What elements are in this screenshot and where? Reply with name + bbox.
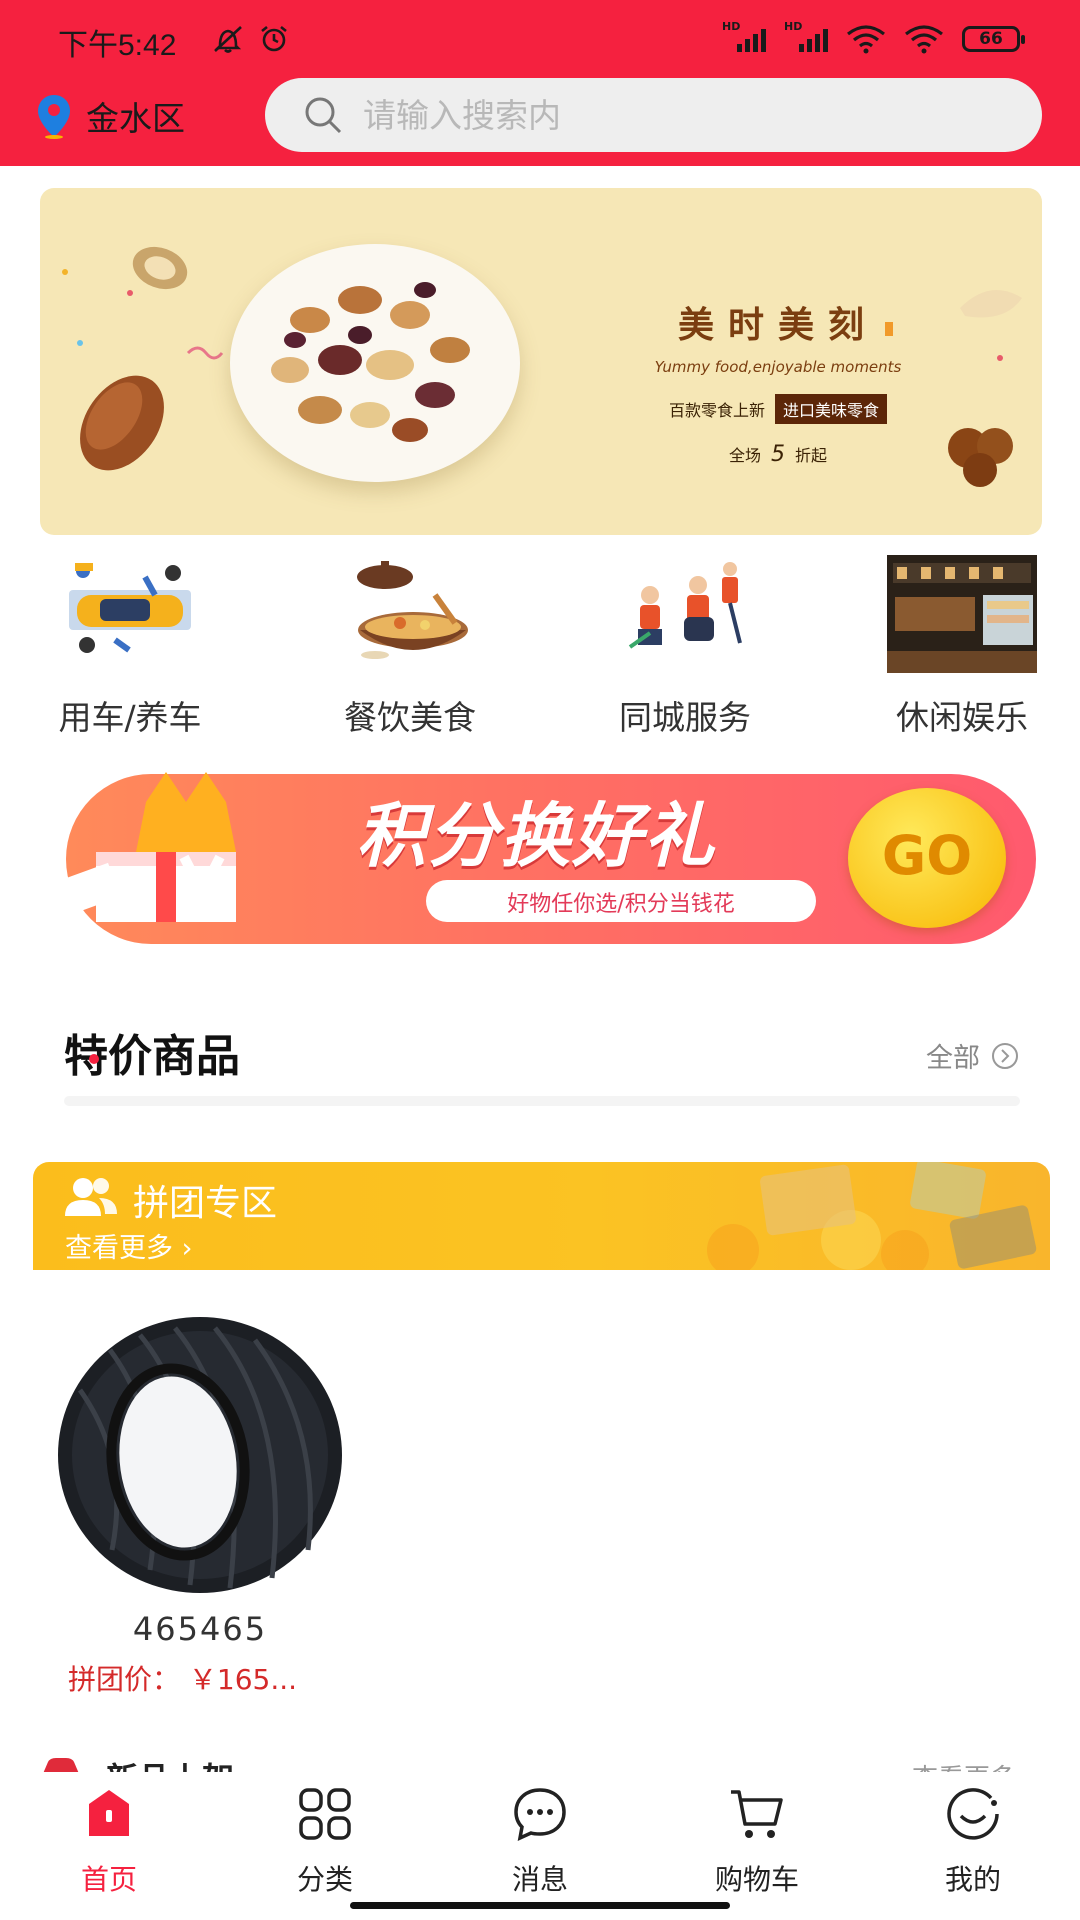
points-banner-subtitle: 好物任你选/积分当钱花 bbox=[507, 892, 735, 917]
category-food[interactable]: 餐饮美食 bbox=[310, 555, 510, 739]
car-icon bbox=[43, 1758, 79, 1772]
category-city-service[interactable]: 同城服务 bbox=[585, 555, 785, 739]
wifi-icon-2 bbox=[905, 25, 943, 54]
category-label: 休闲娱乐 bbox=[896, 698, 1028, 737]
wifi-icon bbox=[847, 25, 885, 54]
product-price: 拼团价： ￥165... bbox=[68, 1663, 298, 1696]
cart-icon bbox=[731, 1790, 783, 1838]
new-arrivals-more[interactable]: 查看更多 bbox=[912, 1758, 1016, 1772]
status-bar: 下午5:42 HD HD 66 bbox=[0, 0, 1080, 78]
product-tire-image bbox=[58, 1317, 342, 1593]
status-right-icons: HD HD 66 bbox=[722, 20, 1025, 54]
app-header: 下午5:42 HD HD 66 金水区 请输入搜索内 bbox=[0, 0, 1080, 166]
tab-messages[interactable]: 消息 bbox=[460, 1784, 620, 1898]
points-banner-subtitle-pill: 好物任你选/积分当钱花 bbox=[426, 880, 816, 922]
location-label: 金水区 bbox=[86, 99, 185, 138]
category-grid: 用车/养车 餐饮美食 同城服务 休闲娱乐 bbox=[0, 555, 1080, 745]
banner-line: 百款零食上新 进口美味零食 bbox=[588, 394, 968, 424]
city-service-icon bbox=[628, 562, 742, 649]
banner-nuts-image bbox=[271, 282, 470, 442]
tab-label: 分类 bbox=[296, 1863, 353, 1896]
search-icon bbox=[305, 97, 342, 134]
tab-label: 购物车 bbox=[714, 1863, 799, 1896]
location-selector[interactable]: 金水区 bbox=[36, 92, 185, 140]
tab-label: 消息 bbox=[511, 1863, 568, 1896]
home-indicator bbox=[350, 1902, 730, 1909]
tab-label: 我的 bbox=[944, 1863, 1001, 1896]
product-name: 465465 bbox=[132, 1610, 268, 1648]
specials-title: 特价商品 bbox=[64, 1020, 240, 1084]
group-buy-title: 拼团专区 bbox=[133, 1183, 278, 1224]
specials-header: 特价商品 全部 bbox=[64, 1020, 1020, 1082]
group-buy-more-link[interactable]: 查看更多 › bbox=[65, 1226, 192, 1265]
promo-banner[interactable]: 美时美刻 Yummy food,enjoyable moments 百款零食上新… bbox=[40, 188, 1042, 535]
category-label: 用车/养车 bbox=[58, 698, 202, 737]
food-pot-icon bbox=[357, 561, 468, 659]
group-buy-more-label: 查看更多 bbox=[65, 1233, 173, 1264]
location-pin-icon bbox=[38, 95, 70, 139]
signal-icon: HD bbox=[722, 20, 766, 54]
tab-category[interactable]: 分类 bbox=[245, 1784, 405, 1898]
status-left-icons bbox=[210, 24, 290, 54]
specials-title-dot bbox=[89, 1054, 99, 1064]
search-input[interactable] bbox=[361, 94, 965, 136]
points-go-label: GO bbox=[881, 824, 973, 887]
signal-icon-2: HD bbox=[784, 20, 828, 54]
tab-cart[interactable]: 购物车 bbox=[677, 1784, 837, 1898]
new-arrivals-header: 新品上架 查看更多 bbox=[36, 1750, 1046, 1772]
banner-tag: 进口美味零食 bbox=[775, 394, 888, 424]
category-label: 同城服务 bbox=[619, 698, 751, 737]
category-leisure[interactable]: 休闲娱乐 bbox=[862, 555, 1062, 739]
product-card[interactable]: 465465 拼团价： ￥165... bbox=[50, 1310, 350, 1698]
banner-discount: 全场 5 折起 bbox=[588, 442, 968, 467]
status-time: 下午5:42 bbox=[58, 29, 177, 62]
new-arrivals-title: 新品上架 bbox=[106, 1754, 234, 1772]
message-icon bbox=[514, 1788, 566, 1841]
home-icon bbox=[89, 1790, 129, 1836]
tab-label: 首页 bbox=[80, 1863, 137, 1896]
group-users-icon bbox=[65, 1178, 117, 1216]
banner-text-block: 美时美刻 Yummy food,enjoyable moments 百款零食上新… bbox=[588, 296, 968, 467]
car-care-icon bbox=[69, 563, 191, 653]
grid-icon bbox=[299, 1788, 351, 1840]
points-exchange-banner[interactable]: 积分换好礼 好物任你选/积分当钱花 GO bbox=[36, 762, 1046, 952]
category-car-care[interactable]: 用车/养车 bbox=[30, 555, 230, 739]
view-all-label: 全部 bbox=[926, 1043, 980, 1074]
points-banner-title: 积分换好礼 bbox=[356, 795, 716, 877]
profile-icon bbox=[947, 1788, 999, 1840]
points-go-button[interactable]: GO bbox=[848, 788, 1006, 928]
banner-discount-suffix: 折起 bbox=[795, 446, 828, 465]
category-label: 餐饮美食 bbox=[344, 698, 476, 737]
banner-title: 美时美刻 bbox=[677, 305, 878, 346]
tab-home[interactable]: 首页 bbox=[29, 1784, 189, 1898]
battery-indicator: 66 bbox=[962, 26, 1025, 52]
banner-subtitle: Yummy food,enjoyable moments bbox=[654, 358, 902, 376]
mute-icon bbox=[214, 26, 242, 53]
leisure-photo-icon bbox=[887, 555, 1037, 673]
banner-discount-value: 5 bbox=[771, 442, 785, 467]
tab-profile[interactable]: 我的 bbox=[893, 1784, 1053, 1898]
banner-discount-prefix: 全场 bbox=[728, 446, 761, 465]
specials-view-all[interactable]: 全部 bbox=[926, 1036, 1020, 1075]
search-bar[interactable] bbox=[265, 78, 1042, 152]
group-buy-bar[interactable]: 拼团专区 查看更多 › bbox=[33, 1162, 1050, 1270]
section-divider bbox=[64, 1096, 1020, 1106]
bottom-tab-bar: 首页 分类 消息 购物车 我的 bbox=[0, 1772, 1080, 1920]
banner-line-prefix: 百款零食上新 bbox=[668, 401, 765, 420]
alarm-icon bbox=[261, 25, 287, 52]
chevron-right-circle-icon bbox=[992, 1042, 1018, 1069]
